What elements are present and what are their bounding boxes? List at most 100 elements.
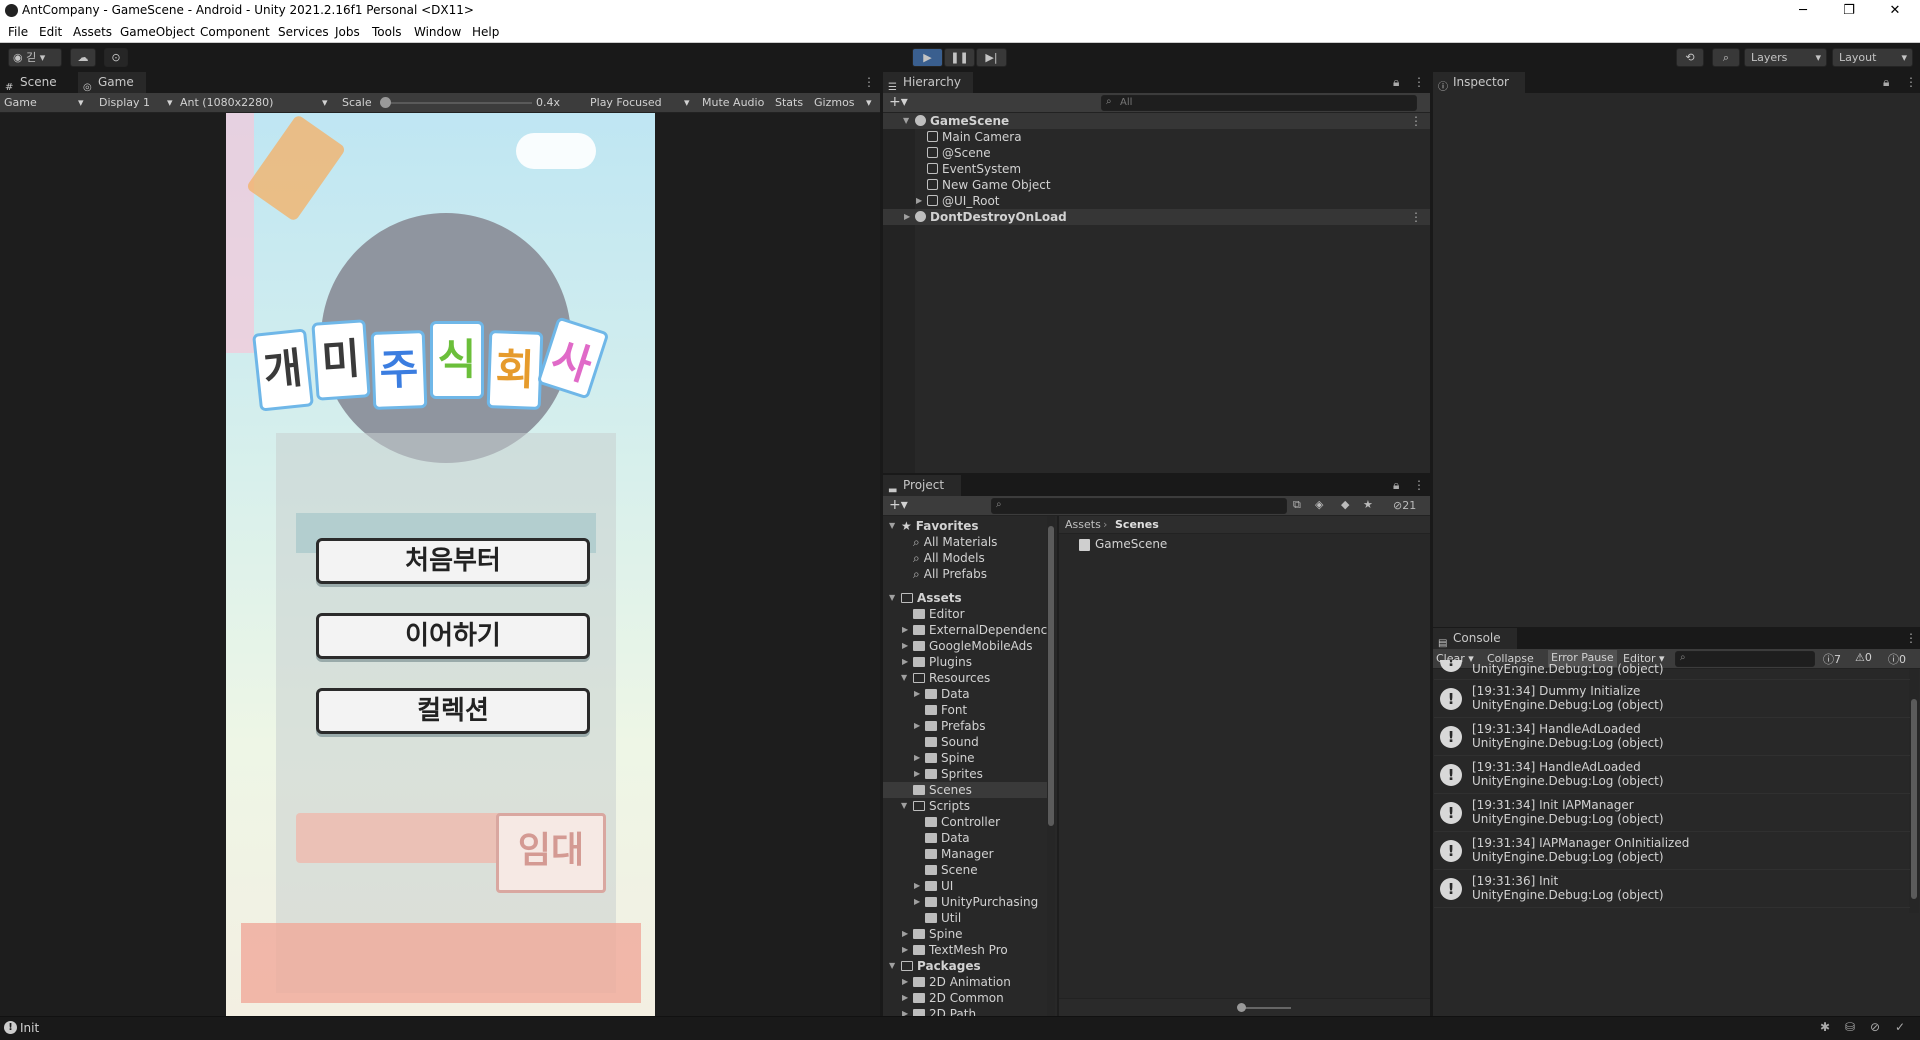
project-tree-item[interactable]: Sound [883, 734, 1047, 750]
step-button[interactable]: ▶| [976, 48, 1007, 67]
project-splitter[interactable] [1057, 516, 1059, 1016]
project-tree-item[interactable]: Manager [883, 846, 1047, 862]
history-icon[interactable]: ⟲ [1676, 48, 1704, 67]
project-tree-item[interactable]: Scene [883, 862, 1047, 878]
lock-icon[interactable]: 🔒︎ [1393, 478, 1399, 493]
project-search-input[interactable]: ⌕ [991, 498, 1287, 514]
hierarchy-item[interactable]: GameScene ⋮ [883, 113, 1430, 129]
icon-size-slider[interactable] [1239, 1007, 1291, 1009]
scene-file-item[interactable]: GameScene [1079, 536, 1167, 552]
continue-button[interactable]: 이어하기 [316, 613, 590, 659]
expanded-arrow-icon[interactable] [887, 958, 901, 974]
tab-console[interactable]: ▤ Console [1433, 628, 1517, 649]
project-tree-item[interactable]: ExternalDependency [883, 622, 1054, 638]
more-menu-icon[interactable]: ⋮ [1413, 75, 1425, 89]
project-tree-item[interactable]: UnityPurchasing [883, 894, 1047, 910]
hidden-packages-toggle[interactable]: ⊘21 [1393, 499, 1416, 512]
play-button[interactable]: ▶ [912, 48, 943, 67]
create-button[interactable]: +▾ [889, 94, 908, 110]
collapsed-arrow-icon[interactable] [911, 750, 925, 766]
console-log-entry[interactable]: ! [19:31:34] HandleAdLoaded UnityEngine.De… [1434, 718, 1910, 756]
project-tree-item[interactable]: Prefabs [883, 718, 1047, 734]
collapsed-arrow-icon[interactable] [899, 654, 913, 670]
expanded-arrow-icon[interactable] [899, 798, 913, 814]
project-tree-item[interactable]: Spine [883, 750, 1047, 766]
more-menu-icon[interactable]: ⋮ [863, 75, 875, 89]
hierarchy-item[interactable]: Main Camera [883, 129, 1430, 145]
cloud-icon[interactable]: ☁ [70, 48, 96, 67]
console-log-entry[interactable]: ! UnityEngine.Debug:Log (object) [1434, 660, 1910, 680]
project-tree-item[interactable]: ⌕ All Materials [883, 534, 1047, 550]
status-message[interactable]: Init [20, 1021, 39, 1035]
expanded-arrow-icon[interactable] [901, 113, 915, 129]
expanded-arrow-icon[interactable] [887, 518, 901, 534]
collapsed-arrow-icon[interactable] [899, 622, 913, 638]
collapsed-arrow-icon[interactable] [899, 926, 913, 942]
project-tree-item[interactable]: Scenes [883, 782, 1047, 798]
layout-dropdown[interactable]: Layout ▾ [1832, 48, 1913, 67]
game-view-dropdown[interactable]: Game ▾ [4, 96, 88, 109]
tag-icon[interactable]: ◆ [1341, 498, 1349, 511]
play-mode-dropdown[interactable]: Play Focused ▾ [590, 96, 694, 109]
check-icon[interactable]: ✓ [1895, 1020, 1905, 1034]
tab-project[interactable]: ▬ Project [883, 475, 961, 496]
search-icon[interactable]: ⌕ [1712, 48, 1740, 67]
hierarchy-item[interactable]: @Scene [883, 145, 1430, 161]
project-tree-item[interactable]: Sprites [883, 766, 1047, 782]
collab-icon[interactable]: ⊙ [104, 48, 128, 67]
menu-tools[interactable]: Tools [372, 25, 402, 39]
menu-window[interactable]: Window [414, 25, 461, 39]
menu-file[interactable]: File [8, 25, 28, 39]
collapsed-arrow-icon[interactable] [899, 942, 913, 958]
menu-assets[interactable]: Assets [73, 25, 112, 39]
collapsed-arrow-icon[interactable] [911, 686, 925, 702]
more-menu-icon[interactable]: ⋮ [1905, 75, 1917, 89]
project-tree-item[interactable]: Editor [883, 606, 1047, 622]
display-dropdown[interactable]: Display 1 ▾ [99, 96, 175, 109]
collapsed-arrow-icon[interactable] [901, 209, 915, 225]
project-tree-item[interactable]: Plugins [883, 654, 1047, 670]
project-tree-item[interactable]: 2D Common [883, 990, 1047, 1006]
lock-icon[interactable]: 🔒︎ [1883, 75, 1889, 90]
hierarchy-item[interactable]: EventSystem [883, 161, 1430, 177]
create-button[interactable]: +▾ [889, 497, 908, 513]
collapsed-arrow-icon[interactable] [911, 718, 925, 734]
bug-icon[interactable]: ✱ [1820, 1020, 1830, 1034]
project-tree-item[interactable]: GoogleMobileAds [883, 638, 1047, 654]
menu-services[interactable]: Services [278, 25, 329, 39]
menu-jobs[interactable]: Jobs [335, 25, 360, 39]
stats-toggle[interactable]: Stats [775, 96, 803, 109]
project-tree-item[interactable]: Scripts [883, 798, 1047, 814]
project-tree-item[interactable]: UI [883, 878, 1047, 894]
collapsed-arrow-icon[interactable] [911, 766, 925, 782]
console-log-entry[interactable]: ! [19:31:34] IAPManager OnInitialized Unit… [1434, 832, 1910, 870]
console-log-entry[interactable]: ! [19:31:34] Dummy Initialize UnityEngine.… [1434, 680, 1910, 718]
project-tree-item[interactable]: Spine [883, 926, 1047, 942]
progress-icon[interactable]: ⊘ [1870, 1020, 1880, 1034]
breadcrumb-scenes[interactable]: Scenes [1115, 518, 1159, 531]
expanded-arrow-icon[interactable] [899, 670, 913, 686]
collapsed-arrow-icon[interactable] [899, 990, 913, 1006]
menu-gameobject[interactable]: GameObject [120, 25, 195, 39]
hierarchy-item[interactable]: @UI_Root [883, 193, 1430, 209]
project-tree-item[interactable]: 2D Animation [883, 974, 1047, 990]
maximize-button[interactable]: ❐ [1826, 0, 1872, 22]
filter-label-icon[interactable]: ◈ [1315, 498, 1323, 511]
tree-scrollbar[interactable] [1047, 516, 1055, 1016]
console-scrollbar[interactable] [1909, 669, 1919, 913]
menu-edit[interactable]: Edit [39, 25, 62, 39]
cache-icon[interactable]: ⛁ [1845, 1020, 1855, 1034]
console-log-entry[interactable]: ! [19:31:34] HandleAdLoaded UnityEngine.De… [1434, 756, 1910, 794]
start-button[interactable]: 처음부터 [316, 538, 590, 584]
project-tree-item[interactable]: TextMesh Pro [883, 942, 1047, 958]
tab-hierarchy[interactable]: ☰ Hierarchy [883, 72, 973, 93]
breadcrumb-assets[interactable]: Assets [1065, 518, 1101, 531]
project-tree-item[interactable]: Data [883, 686, 1047, 702]
collection-button[interactable]: 컬렉션 [316, 688, 590, 734]
more-menu-icon[interactable]: ⋮ [1413, 478, 1425, 492]
game-screen[interactable]: 임대 개미주식회사 처음부터 이어하기 컬렉션 [226, 113, 655, 1016]
collapsed-arrow-icon[interactable] [899, 974, 913, 990]
tab-inspector[interactable]: ⓘ Inspector [1433, 72, 1525, 93]
project-tree-item[interactable]: Assets [883, 590, 1047, 606]
project-tree-item[interactable]: Resources [883, 670, 1047, 686]
